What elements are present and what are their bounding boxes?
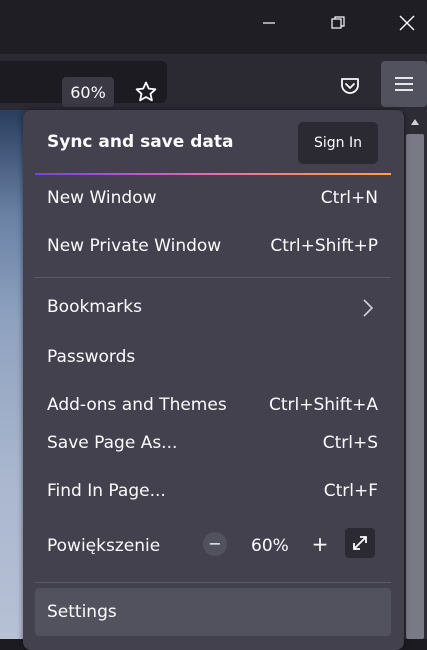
bookmark-star-button[interactable] [131, 77, 161, 107]
menu-item-addons-and-themes[interactable]: Add-ons and Themes Ctrl+Shift+A [23, 387, 404, 427]
close-window-button[interactable] [384, 7, 427, 39]
menu-item-new-private-window[interactable]: New Private Window Ctrl+Shift+P [23, 228, 404, 268]
menu-item-label: Settings [47, 602, 117, 622]
menu-item-bookmarks[interactable]: Bookmarks [23, 289, 404, 329]
close-icon [399, 15, 415, 31]
pocket-button[interactable] [334, 70, 366, 102]
menu-item-passwords[interactable]: Passwords [23, 339, 404, 379]
scroll-thumb[interactable] [406, 134, 424, 639]
menu-item-shortcut: Ctrl+Shift+P [270, 236, 378, 256]
zoom-level-badge[interactable]: 60% [62, 77, 114, 107]
application-menu-panel: Sync and save data Sign In New Window Ct… [23, 110, 404, 650]
open-application-menu-button[interactable] [381, 61, 427, 107]
menu-item-save-page-as[interactable]: Save Page As... Ctrl+S [23, 425, 404, 465]
menu-item-zoom: Powiększenie − 60% + [23, 528, 404, 568]
minimize-button[interactable] [246, 7, 292, 39]
navigation-toolbar: 60% [0, 54, 427, 110]
menu-separator [35, 582, 391, 583]
star-icon [135, 81, 157, 102]
restore-button[interactable] [315, 7, 361, 39]
menu-item-label: New Private Window [47, 236, 222, 256]
accent-divider [35, 173, 391, 175]
zoom-out-button[interactable]: − [203, 532, 227, 556]
menu-item-label: Bookmarks [47, 297, 142, 317]
minimize-icon [263, 22, 275, 24]
menu-item-label: Passwords [47, 347, 136, 367]
menu-item-label: New Window [47, 188, 157, 208]
menu-item-settings[interactable]: Settings [35, 588, 391, 636]
chevron-right-icon [363, 299, 374, 317]
menu-item-shortcut: Ctrl+Shift+A [268, 395, 378, 415]
plus-icon: + [311, 532, 329, 556]
menu-item-label: Save Page As... [47, 433, 178, 453]
menu-item-label: Find In Page... [47, 481, 166, 501]
pocket-icon [341, 78, 359, 94]
minus-icon: − [208, 534, 222, 553]
restore-icon [331, 16, 345, 29]
fullscreen-button[interactable] [345, 528, 375, 558]
menu-separator [35, 277, 391, 278]
zoom-label: Powiększenie [47, 536, 161, 556]
title-bar [0, 0, 427, 54]
menu-item-new-window[interactable]: New Window Ctrl+N [23, 180, 404, 220]
sync-title: Sync and save data [47, 132, 234, 152]
fullscreen-icon [353, 536, 367, 550]
menu-item-shortcut: Ctrl+N [320, 188, 378, 208]
zoom-value: 60% [251, 536, 289, 556]
menu-item-shortcut: Ctrl+S [322, 433, 378, 453]
sign-in-button[interactable]: Sign In [298, 122, 378, 164]
menu-item-find-in-page[interactable]: Find In Page... Ctrl+F [23, 473, 404, 513]
hamburger-menu-icon [395, 77, 413, 91]
zoom-in-button[interactable]: + [308, 532, 332, 556]
menu-item-shortcut: Ctrl+F [323, 481, 378, 501]
menu-item-label: Add-ons and Themes [47, 395, 227, 415]
url-bar[interactable]: 60% [0, 61, 167, 107]
scroll-up-arrow-icon [411, 119, 419, 125]
scroll-up-button[interactable] [407, 114, 423, 130]
